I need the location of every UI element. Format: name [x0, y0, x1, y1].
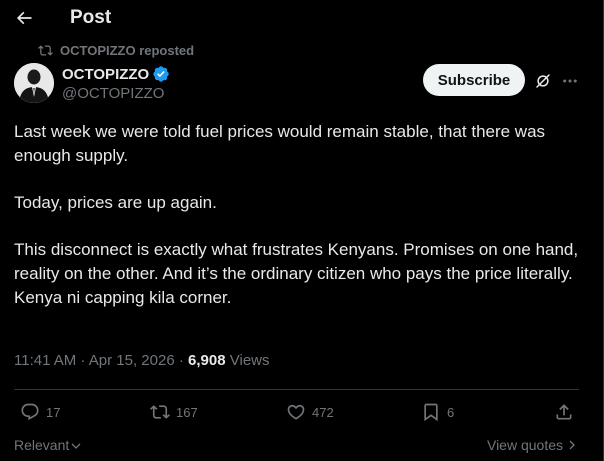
sort-label: Relevant: [14, 437, 70, 453]
bookmark-count: 6: [447, 404, 455, 420]
author-handle[interactable]: @OCTOPIZZO: [62, 85, 164, 102]
bookmark-icon: [424, 403, 438, 422]
post-paragraph: Today, prices are up again.: [14, 193, 217, 212]
grok-button[interactable]: [532, 70, 554, 92]
subscribe-button[interactable]: Subscribe: [423, 64, 525, 96]
share-icon: [556, 404, 572, 420]
grok-icon: [536, 74, 550, 88]
post-paragraph: This disconnect is exactly what frustrat…: [14, 240, 579, 283]
view-quotes-link[interactable]: View quotes: [487, 437, 578, 453]
view-quotes-label: View quotes: [486, 437, 563, 453]
meta-separator: ·: [80, 352, 86, 369]
post-time[interactable]: 11:41 AM: [14, 352, 76, 369]
arrow-left-icon: [16, 11, 32, 25]
author-name-row: OCTOPIZZO: [62, 65, 170, 83]
more-options-button[interactable]: [558, 70, 582, 92]
back-button[interactable]: [12, 6, 36, 30]
avatar-image: [14, 63, 54, 103]
verified-badge-icon[interactable]: [152, 65, 170, 83]
post-date[interactable]: Apr 15, 2026: [89, 352, 175, 369]
more-horizontal-icon: [563, 79, 577, 83]
avatar[interactable]: [14, 63, 54, 103]
heart-icon: [287, 404, 305, 420]
post-meta: 11:41 AM · Apr 15, 2026 · 6,908 Views: [14, 352, 270, 369]
author-name[interactable]: OCTOPIZZO: [62, 66, 149, 83]
meta-separator: ·: [178, 352, 184, 369]
reply-count: 17: [46, 404, 61, 420]
repost-icon: [150, 405, 170, 419]
repost-count: 167: [176, 404, 198, 420]
sort-replies-dropdown[interactable]: Relevant: [14, 437, 82, 453]
reply-icon: [21, 403, 39, 421]
post-paragraph: Last week we were told fuel prices would…: [14, 122, 546, 165]
post-header: Post: [0, 0, 603, 36]
chevron-down-icon: [71, 443, 81, 449]
post-text: Last week we were told fuel prices would…: [14, 120, 590, 310]
views-label: Views: [229, 352, 270, 369]
repost-text: OCTOPIZZO reposted: [60, 43, 195, 58]
divider: [14, 389, 579, 390]
repost-indicator[interactable]: OCTOPIZZO reposted: [38, 43, 194, 58]
bookmark-button[interactable]: 6: [421, 402, 454, 422]
reply-button[interactable]: 17: [20, 402, 60, 422]
repost-icon: [38, 45, 53, 56]
repost-button[interactable]: 167: [150, 402, 198, 422]
post-paragraph: Kenya ni capping kila corner.: [14, 288, 232, 307]
chevron-right-icon: [569, 440, 575, 450]
like-button[interactable]: 472: [286, 402, 334, 422]
views-count: 6,908: [188, 352, 226, 369]
page-title: Post: [70, 7, 112, 28]
like-count: 472: [312, 404, 334, 420]
share-button[interactable]: [554, 402, 580, 422]
